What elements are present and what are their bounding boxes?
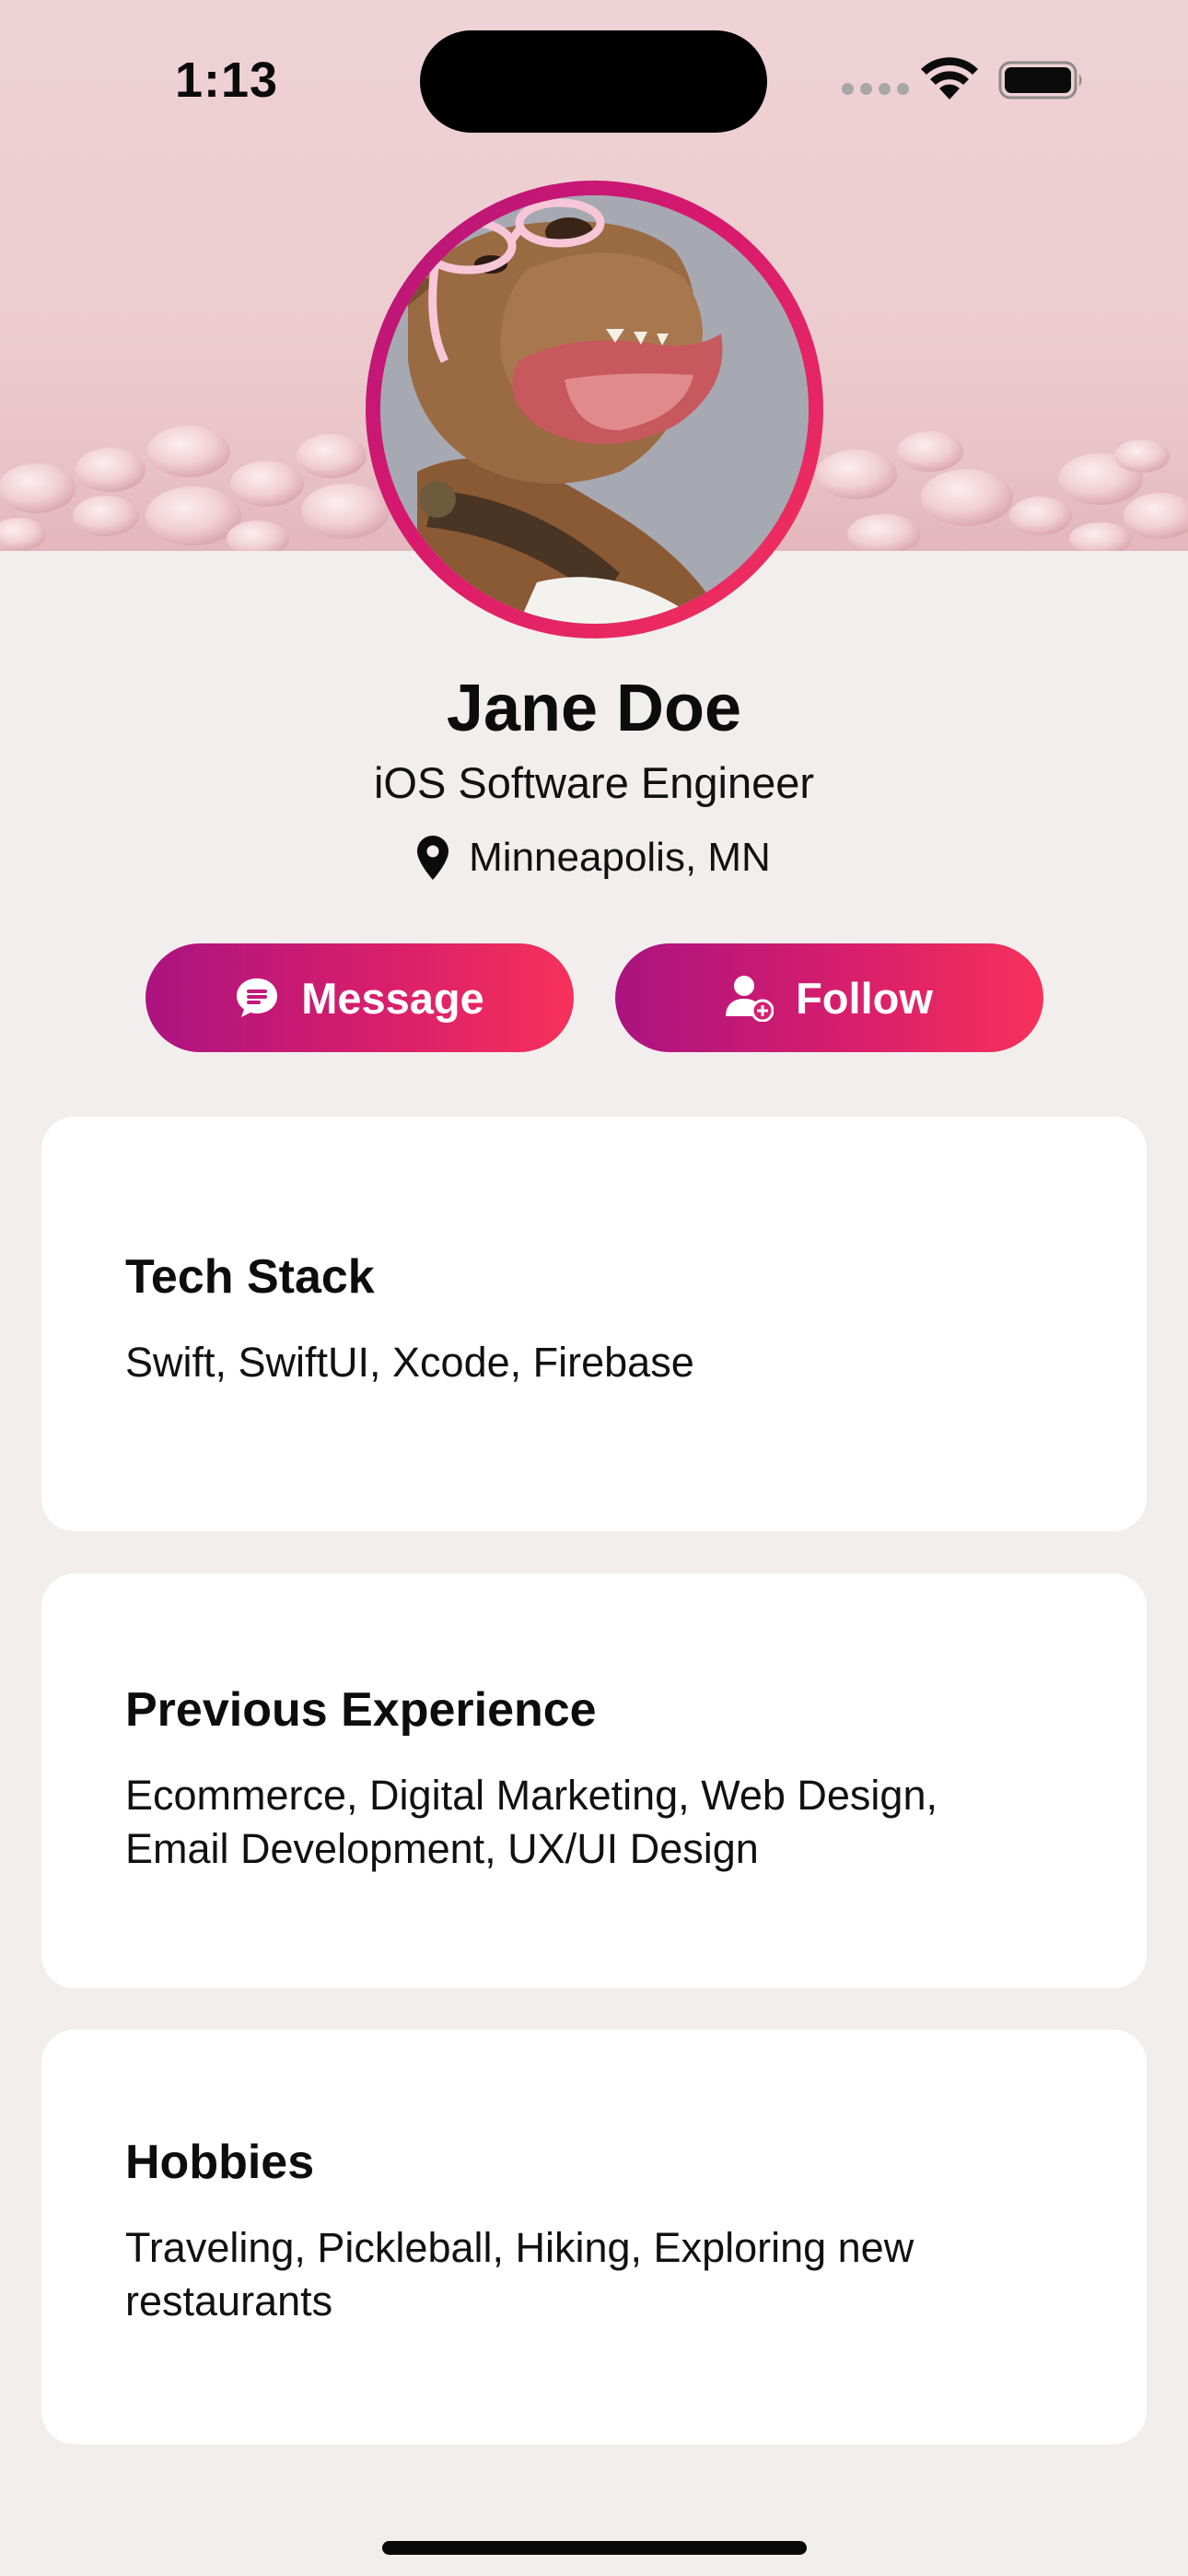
- status-time: 1:13: [175, 53, 279, 108]
- avatar-photo: [380, 195, 809, 624]
- card-title: Tech Stack: [125, 1250, 375, 1304]
- add-person-icon: [726, 976, 775, 1022]
- follow-button[interactable]: Follow: [615, 943, 1043, 1052]
- message-button-label: Message: [301, 973, 484, 1023]
- card-title: Hobbies: [125, 2136, 315, 2189]
- battery-icon: [998, 61, 1082, 100]
- card-body: Ecommerce, Digital Marketing, Web Design…: [125, 1772, 938, 1872]
- card-title: Previous Experience: [125, 1683, 597, 1737]
- cellular-signal-icon: [842, 83, 909, 95]
- profile-location: Minneapolis, MN: [0, 835, 1188, 881]
- home-indicator[interactable]: [382, 2541, 807, 2555]
- tech-stack-card: Tech Stack Swift, SwiftUI, Xcode, Fireba…: [41, 1117, 1147, 1531]
- profile-name: Jane Doe: [446, 672, 742, 745]
- profile-screen: 1:13 Jane Doe iOS Software Engineer Minn…: [0, 0, 1188, 2576]
- chat-bubble-icon: [237, 978, 278, 1017]
- hobbies-card: Hobbies Traveling, Pickleball, Hiking, E…: [41, 2030, 1147, 2444]
- location-label: Minneapolis, MN: [469, 835, 771, 880]
- follow-button-label: Follow: [796, 973, 933, 1023]
- profile-title: iOS Software Engineer: [373, 758, 815, 807]
- message-button[interactable]: Message: [146, 943, 574, 1052]
- card-body: Swift, SwiftUI, Xcode, Firebase: [125, 1339, 694, 1386]
- wifi-icon: [921, 57, 978, 100]
- map-pin-icon: [417, 836, 449, 880]
- profile-avatar[interactable]: [366, 181, 823, 638]
- previous-experience-card: Previous Experience Ecommerce, Digital M…: [41, 1574, 1147, 1988]
- card-body: Traveling, Pickleball, Hiking, Exploring…: [125, 2224, 914, 2324]
- dynamic-island: [420, 30, 767, 133]
